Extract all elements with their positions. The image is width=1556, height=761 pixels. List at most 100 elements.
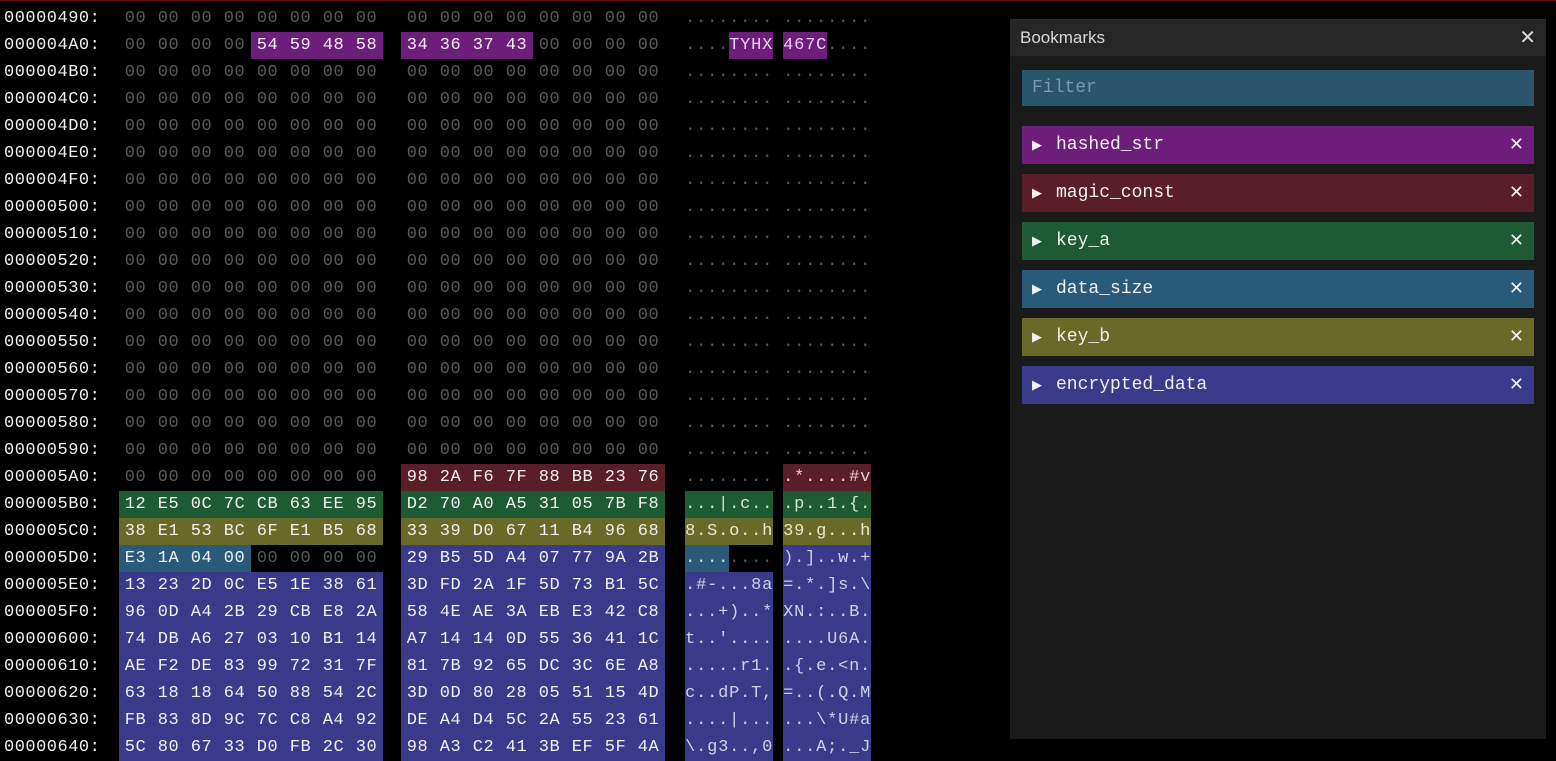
hex-byte[interactable]: 00 (284, 221, 317, 248)
hex-byte[interactable]: 00 (317, 545, 350, 572)
ascii-char[interactable]: . (696, 32, 707, 59)
hex-byte[interactable]: 00 (434, 221, 467, 248)
ascii-char[interactable]: | (729, 707, 740, 734)
hex-byte[interactable]: 76 (632, 464, 665, 491)
hex-bytes[interactable]: 00000000000000000000000000000000 (119, 275, 665, 302)
ascii-char[interactable]: . (827, 518, 838, 545)
hex-byte[interactable]: 00 (185, 113, 218, 140)
hex-byte[interactable]: 00 (467, 167, 500, 194)
ascii-char[interactable]: . (762, 194, 773, 221)
ascii-char[interactable]: . (816, 437, 827, 464)
hex-byte[interactable]: 00 (218, 140, 251, 167)
ascii-char[interactable]: . (849, 113, 860, 140)
hex-byte[interactable]: 00 (599, 437, 632, 464)
hex-byte[interactable]: 00 (566, 59, 599, 86)
ascii-char[interactable]: 0 (762, 734, 773, 761)
hex-byte[interactable]: 3D (401, 680, 434, 707)
ascii-char[interactable]: . (718, 248, 729, 275)
hex-byte[interactable]: 00 (152, 113, 185, 140)
hex-byte[interactable]: 00 (119, 113, 152, 140)
hex-ascii[interactable]: .#-...8a=.*.]s.\ (685, 572, 871, 599)
expand-icon[interactable]: ▶ (1032, 186, 1042, 201)
hex-byte[interactable]: 1E (284, 572, 317, 599)
ascii-char[interactable]: . (729, 194, 740, 221)
hex-byte[interactable]: 00 (434, 410, 467, 437)
ascii-char[interactable]: . (707, 329, 718, 356)
hex-byte[interactable]: 00 (317, 140, 350, 167)
ascii-char[interactable]: c (685, 680, 696, 707)
ascii-char[interactable]: . (729, 302, 740, 329)
ascii-char[interactable]: . (838, 194, 849, 221)
ascii-char[interactable]: T (751, 680, 762, 707)
hex-byte[interactable]: 00 (152, 5, 185, 32)
hex-byte[interactable]: 00 (599, 167, 632, 194)
ascii-char[interactable]: . (740, 113, 751, 140)
hex-byte[interactable]: 00 (218, 113, 251, 140)
hex-byte[interactable]: 00 (284, 194, 317, 221)
expand-icon[interactable]: ▶ (1032, 378, 1042, 393)
hex-byte[interactable]: 30 (350, 734, 383, 761)
hex-byte[interactable]: 00 (566, 410, 599, 437)
ascii-char[interactable]: . (751, 302, 762, 329)
ascii-char[interactable]: . (805, 329, 816, 356)
hex-byte[interactable]: 00 (218, 383, 251, 410)
ascii-char[interactable]: . (762, 140, 773, 167)
hex-byte[interactable]: 7C (251, 707, 284, 734)
hex-byte[interactable]: 00 (152, 302, 185, 329)
hex-byte[interactable]: 59 (284, 32, 317, 59)
hex-row[interactable]: 00000610:AEF2DE839972317F817B9265DC3C6EA… (4, 653, 1000, 680)
ascii-char[interactable]: # (849, 707, 860, 734)
hex-byte[interactable]: 00 (632, 302, 665, 329)
hex-byte[interactable]: 00 (401, 410, 434, 437)
hex-byte[interactable]: 00 (500, 113, 533, 140)
hex-row[interactable]: 000004B0:0000000000000000000000000000000… (4, 59, 1000, 86)
ascii-char[interactable]: . (838, 599, 849, 626)
hex-byte[interactable]: 2A (434, 464, 467, 491)
hex-byte[interactable]: 00 (533, 86, 566, 113)
hex-byte[interactable]: 00 (566, 86, 599, 113)
ascii-char[interactable]: { (849, 491, 860, 518)
ascii-char[interactable]: . (718, 275, 729, 302)
hex-byte[interactable]: D0 (467, 518, 500, 545)
hex-byte[interactable]: 2D (185, 572, 218, 599)
hex-bytes[interactable]: 00000000000000000000000000000000 (119, 248, 665, 275)
ascii-char[interactable]: = (783, 680, 794, 707)
ascii-char[interactable]: . (860, 194, 871, 221)
ascii-char[interactable]: . (838, 32, 849, 59)
ascii-char[interactable]: . (838, 437, 849, 464)
ascii-char[interactable]: . (707, 383, 718, 410)
hex-byte[interactable]: 00 (500, 383, 533, 410)
ascii-char[interactable]: . (751, 626, 762, 653)
hex-byte[interactable]: 00 (251, 437, 284, 464)
ascii-char[interactable]: : (816, 599, 827, 626)
hex-byte[interactable]: 00 (218, 194, 251, 221)
ascii-char[interactable]: < (838, 653, 849, 680)
ascii-char[interactable]: p (794, 491, 805, 518)
ascii-char[interactable]: . (860, 275, 871, 302)
ascii-char[interactable]: . (849, 5, 860, 32)
hex-byte[interactable]: 00 (401, 140, 434, 167)
hex-byte[interactable]: 00 (632, 221, 665, 248)
hex-byte[interactable]: 00 (284, 248, 317, 275)
hex-byte[interactable]: 00 (401, 221, 434, 248)
hex-byte[interactable]: 00 (317, 383, 350, 410)
hex-byte[interactable]: 00 (218, 59, 251, 86)
ascii-char[interactable]: . (685, 302, 696, 329)
hex-bytes[interactable]: E31A04000000000029B55DA407779A2B (119, 545, 665, 572)
ascii-char[interactable]: A (816, 734, 827, 761)
ascii-char[interactable]: . (751, 599, 762, 626)
hex-byte[interactable]: 00 (533, 329, 566, 356)
hex-byte[interactable]: 33 (218, 734, 251, 761)
hex-byte[interactable]: 00 (119, 464, 152, 491)
ascii-char[interactable]: . (751, 194, 762, 221)
expand-icon[interactable]: ▶ (1032, 138, 1042, 153)
ascii-char[interactable]: . (696, 221, 707, 248)
ascii-char[interactable]: . (751, 59, 762, 86)
ascii-char[interactable]: a (860, 707, 871, 734)
hex-byte[interactable]: 00 (632, 59, 665, 86)
ascii-char[interactable]: . (707, 167, 718, 194)
expand-icon[interactable]: ▶ (1032, 282, 1042, 297)
ascii-char[interactable]: Q (838, 680, 849, 707)
hex-byte[interactable]: 00 (533, 194, 566, 221)
hex-byte[interactable]: 88 (284, 680, 317, 707)
